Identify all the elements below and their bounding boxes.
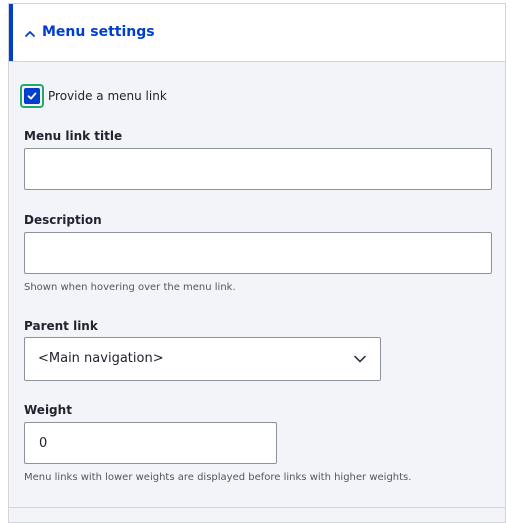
chevron-down-icon [354,355,366,363]
section-divider [9,507,505,508]
weight-help-text: Menu links with lower weights are displa… [24,472,412,483]
description-input[interactable] [24,232,492,274]
section-title[interactable]: Menu settings [42,22,155,42]
provide-menu-link-label[interactable]: Provide a menu link [48,88,167,104]
weight-label: Weight [24,403,72,417]
description-label: Description [24,213,102,227]
checkbox-box[interactable] [24,88,40,104]
provide-menu-link-checkbox[interactable] [20,84,44,108]
header-accent-bar [9,4,13,61]
parent-link-select[interactable]: <Main navigation> [24,337,381,381]
parent-link-label: Parent link [24,319,98,333]
description-help-text: Shown when hovering over the menu link. [24,282,236,293]
checkmark-icon [27,92,37,100]
menu-link-title-input[interactable] [24,148,492,190]
weight-input[interactable] [24,422,277,464]
chevron-up-icon [25,31,35,37]
menu-settings-header[interactable]: Menu settings [9,4,505,62]
menu-link-title-label: Menu link title [24,129,123,143]
menu-settings-panel: Menu settings Provide a menu link Menu l… [8,3,506,523]
parent-link-selected-value: <Main navigation> [38,351,164,366]
